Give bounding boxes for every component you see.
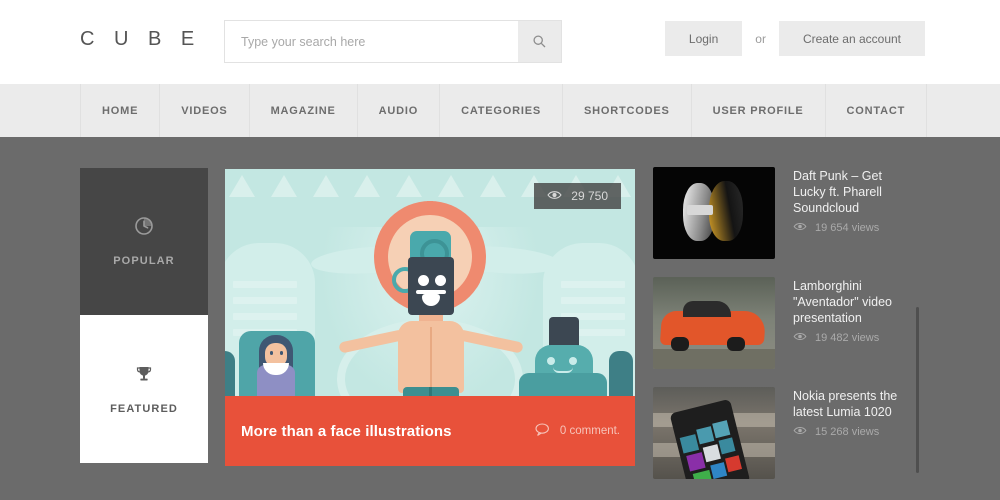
- video-views: 19 482 views: [793, 332, 915, 344]
- tab-featured[interactable]: FEATURED: [80, 315, 208, 463]
- nav-item-home[interactable]: HOME: [80, 84, 160, 137]
- seat-right: [609, 351, 633, 396]
- category-tabs: POPULAR FEATURED: [80, 168, 208, 463]
- search-bar: [224, 20, 562, 63]
- video-views-label: 19 482 views: [815, 332, 879, 344]
- featured-views-count: 29 750: [571, 189, 608, 203]
- video-thumbnail[interactable]: [653, 387, 775, 479]
- featured-views-badge: 29 750: [534, 183, 621, 209]
- site-logo[interactable]: C U B E: [80, 28, 201, 51]
- featured-comments-label: 0 comment.: [560, 425, 620, 437]
- featured-illustration: 29 750: [225, 169, 635, 396]
- nav-item-contact[interactable]: CONTACT: [826, 84, 928, 137]
- nav-item-user-profile[interactable]: USER PROFILE: [692, 84, 826, 137]
- auth-separator-label: or: [755, 32, 766, 46]
- search-icon: [533, 35, 546, 48]
- nav-item-shortcodes[interactable]: SHORTCODES: [563, 84, 692, 137]
- list-item[interactable]: Lamborghini "Aventador" video presentati…: [653, 277, 915, 369]
- featured-comments[interactable]: 0 comment.: [535, 423, 620, 439]
- video-meta: Daft Punk – Get Lucky ft. Pharell Soundc…: [793, 167, 915, 259]
- video-thumbnail[interactable]: [653, 277, 775, 369]
- featured-title[interactable]: More than a face illustrations: [241, 423, 452, 440]
- video-title[interactable]: Lamborghini "Aventador" video presentati…: [793, 278, 915, 326]
- trophy-icon: [134, 364, 154, 389]
- nav-item-videos[interactable]: VIDEOS: [160, 84, 249, 137]
- video-list: Daft Punk – Get Lucky ft. Pharell Soundc…: [653, 167, 915, 497]
- video-views: 19 654 views: [793, 222, 915, 234]
- video-meta: Lamborghini "Aventador" video presentati…: [793, 277, 915, 369]
- search-button[interactable]: [518, 21, 561, 62]
- video-views-label: 19 654 views: [815, 222, 879, 234]
- eye-icon: [547, 189, 562, 203]
- video-views: 15 268 views: [793, 426, 915, 438]
- video-meta: Nokia presents the latest Lumia 1020 15 …: [793, 387, 915, 479]
- auth-actions: Login or Create an account: [665, 21, 925, 56]
- nav-item-audio[interactable]: AUDIO: [358, 84, 440, 137]
- seat-left: [225, 351, 235, 396]
- video-title[interactable]: Nokia presents the latest Lumia 1020: [793, 388, 915, 420]
- video-views-label: 15 268 views: [815, 426, 879, 438]
- featured-caption-bar: More than a face illustrations 0 comment…: [225, 396, 635, 466]
- featured-post-card[interactable]: 29 750 More than a face illustrations 0 …: [225, 169, 635, 466]
- main-navigation: HOME VIDEOS MAGAZINE AUDIO CATEGORIES SH…: [0, 84, 1000, 137]
- tab-popular[interactable]: POPULAR: [80, 168, 208, 315]
- tab-popular-label: POPULAR: [113, 255, 174, 267]
- content-stage: POPULAR FEATURED: [0, 137, 1000, 500]
- girl-character: [239, 319, 315, 396]
- eye-icon: [793, 332, 807, 344]
- clock-icon: [134, 216, 154, 241]
- nav-item-magazine[interactable]: MAGAZINE: [250, 84, 358, 137]
- comment-icon: [535, 423, 551, 439]
- search-input[interactable]: [225, 21, 507, 62]
- eye-icon: [793, 222, 807, 234]
- video-list-scrollbar[interactable]: [916, 307, 919, 473]
- list-item[interactable]: Daft Punk – Get Lucky ft. Pharell Soundc…: [653, 167, 915, 259]
- eye-icon: [793, 426, 807, 438]
- tab-featured-label: FEATURED: [110, 403, 178, 415]
- robot-character: [517, 317, 607, 396]
- camera-head-figure: [340, 187, 520, 396]
- login-button[interactable]: Login: [665, 21, 742, 56]
- video-thumbnail[interactable]: [653, 167, 775, 259]
- site-header: C U B E Login or Create an account: [0, 0, 1000, 84]
- create-account-button[interactable]: Create an account: [779, 21, 925, 56]
- list-item[interactable]: Nokia presents the latest Lumia 1020 15 …: [653, 387, 915, 479]
- video-title[interactable]: Daft Punk – Get Lucky ft. Pharell Soundc…: [793, 168, 915, 216]
- nav-item-categories[interactable]: CATEGORIES: [440, 84, 563, 137]
